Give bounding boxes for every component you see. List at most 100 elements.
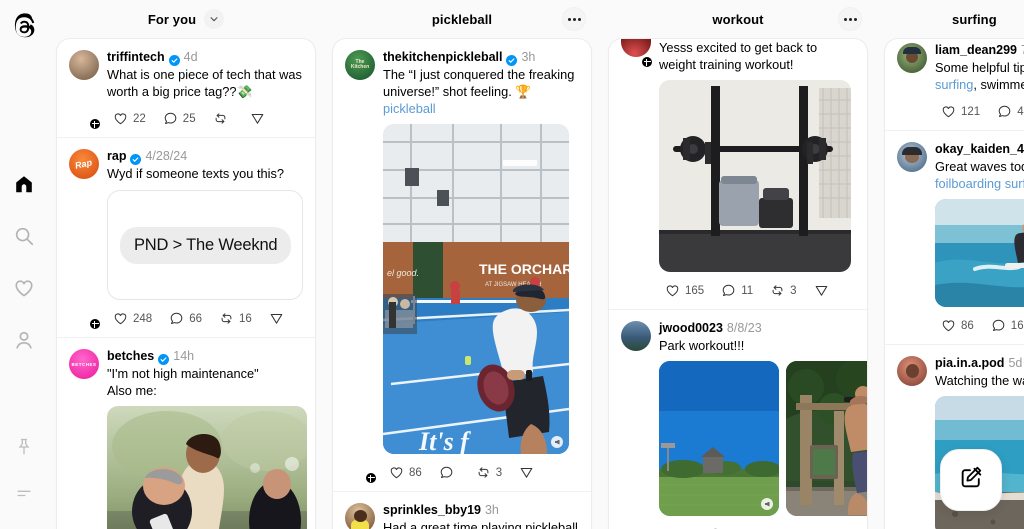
post-media-image[interactable] [659, 361, 779, 517]
like-button[interactable]: 4 [659, 524, 697, 529]
column-header-workout: workout [600, 0, 876, 38]
share-button[interactable] [513, 462, 540, 483]
avatar[interactable]: The Kitchen [345, 50, 378, 486]
follow-plus-icon[interactable] [88, 317, 102, 332]
like-button[interactable]: 86 [383, 462, 428, 483]
follow-plus-icon[interactable] [640, 55, 654, 69]
avatar[interactable]: BETCHES [69, 349, 99, 529]
post-text: Park workout!!! [659, 338, 745, 354]
repost-button[interactable]: 3 [470, 462, 508, 483]
post-username[interactable]: pia.in.a.pod [935, 356, 1004, 371]
like-button[interactable]: 86 [935, 315, 980, 336]
post-username[interactable]: jwood0023 [659, 321, 723, 336]
reply-button[interactable] [702, 524, 734, 529]
reply-button[interactable]: 4 [991, 101, 1024, 122]
post-timestamp: 8/8/23 [726, 321, 762, 336]
post-item[interactable]: triffintech 4d What is one piece of tech… [57, 39, 315, 139]
chevron-down-icon[interactable] [204, 9, 225, 29]
post-actions: 4 [659, 524, 855, 529]
verified-badge-icon [130, 151, 142, 166]
post-text: Yesss excited to get back to weight trai… [659, 40, 818, 73]
feed-for-you[interactable]: triffintech 4d What is one piece of tech… [56, 38, 316, 529]
avatar[interactable] [897, 142, 927, 336]
sidebar-item-home[interactable] [4, 164, 44, 204]
share-button[interactable] [263, 308, 290, 329]
avatar[interactable]: Rap [69, 149, 102, 332]
reply-button[interactable]: 16 [985, 315, 1024, 336]
like-button[interactable]: 165 [659, 280, 710, 301]
post-hashtag[interactable]: foilboarding surfing [935, 175, 1024, 192]
menu-icon[interactable] [4, 473, 44, 513]
avatar[interactable] [69, 50, 102, 132]
feed-pickleball[interactable]: TheKitchen thekitchenpickleball 3h The [332, 38, 592, 529]
post-item[interactable]: liam_dean299 7h Some helpful tips a resp… [885, 39, 1024, 132]
post-timestamp: 3h [521, 50, 536, 64]
post-media-image[interactable] [935, 199, 1024, 308]
post-text: What is one piece of tech that was worth… [107, 67, 302, 100]
more-options-icon[interactable] [838, 7, 862, 31]
feed-workout[interactable]: Yesss excited to get back to weight trai… [608, 38, 868, 529]
sidebar-item-activity[interactable] [4, 268, 44, 308]
post-item[interactable]: okay_kaiden_459 5 Great waves today foil… [885, 131, 1024, 346]
share-button[interactable] [776, 524, 803, 529]
like-button[interactable]: 22 [107, 108, 152, 129]
post-item[interactable]: Rap rap 4/28/24 Wyd if someone texts you… [57, 138, 315, 339]
avatar[interactable] [897, 356, 927, 529]
post-media-image[interactable] [786, 361, 867, 517]
post-username[interactable]: okay_kaiden_459 [935, 142, 1024, 157]
post-timestamp: 4d [183, 50, 198, 64]
post-username[interactable]: liam_dean299 [935, 43, 1017, 58]
threads-logo-icon[interactable] [7, 10, 41, 44]
post-username[interactable]: triffintech [107, 50, 165, 65]
share-button[interactable] [244, 108, 271, 129]
sidebar-item-profile[interactable] [4, 320, 44, 360]
post-item[interactable]: Yesss excited to get back to weight trai… [609, 39, 867, 311]
repost-button[interactable]: 3 [764, 280, 802, 301]
post-media-image[interactable] [107, 406, 307, 529]
post-text-continuation: surfing, swimmers, [935, 76, 1024, 93]
post-hashtag[interactable]: surfing [935, 77, 973, 92]
post-media-video[interactable]: THE ORCHARD AT JIGSAW HEALTH el good. [383, 124, 569, 455]
avatar[interactable] [897, 43, 927, 122]
repost-button[interactable] [207, 108, 239, 129]
avatar[interactable] [345, 503, 375, 529]
follow-plus-icon[interactable] [364, 471, 378, 486]
repost-button[interactable] [739, 524, 771, 529]
post-media-carousel[interactable] [659, 361, 867, 517]
post-actions: 248 66 16 [107, 308, 303, 329]
post-item[interactable]: jwood0023 8/8/23 Park workout!!! [609, 310, 867, 529]
post-hashtag[interactable]: pickleball [383, 101, 436, 116]
more-options-icon[interactable] [562, 7, 586, 31]
column-pickleball: pickleball The Kitchen thekitchenpickleb… [324, 0, 600, 529]
like-button[interactable]: 121 [935, 101, 986, 122]
column-header-for-you: For you [48, 0, 324, 38]
avatar[interactable] [621, 39, 654, 69]
reply-button[interactable]: 11 [715, 280, 759, 301]
sidebar-item-search[interactable] [4, 216, 44, 256]
post-username[interactable]: sprinkles_bby19 [383, 503, 481, 518]
post-username[interactable]: betches [107, 349, 154, 364]
message-screenshot-card[interactable]: PND > The Weeknd [107, 190, 303, 301]
like-count: 248 [133, 312, 153, 325]
avatar[interactable] [621, 321, 651, 529]
post-item[interactable]: TheKitchen thekitchenpickleball 3h The [333, 39, 591, 493]
pin-icon[interactable] [4, 427, 44, 467]
post-username[interactable]: rap [107, 149, 126, 164]
repost-count: 3 [495, 466, 503, 479]
share-button[interactable] [808, 280, 835, 301]
post-item[interactable]: BETCHES betches 14h "I'm not high mainte… [57, 338, 315, 529]
like-button[interactable]: 248 [107, 308, 158, 329]
reply-count: 25 [182, 112, 196, 125]
post-username[interactable]: thekitchenpickleball [383, 50, 502, 65]
reply-button[interactable]: 66 [163, 308, 208, 329]
repost-button[interactable]: 16 [213, 308, 258, 329]
compose-button[interactable] [940, 449, 1002, 511]
follow-plus-icon[interactable] [88, 117, 102, 132]
post-item[interactable]: sprinkles_bby19 3h Had a great time play… [333, 492, 591, 529]
reply-button[interactable] [433, 462, 465, 483]
reply-button[interactable]: 25 [157, 108, 202, 129]
column-header-surfing: surfing [876, 0, 1024, 38]
message-bubble-text: PND > The Weeknd [120, 226, 292, 264]
post-media-image[interactable] [659, 80, 851, 273]
verified-badge-icon [168, 52, 180, 66]
